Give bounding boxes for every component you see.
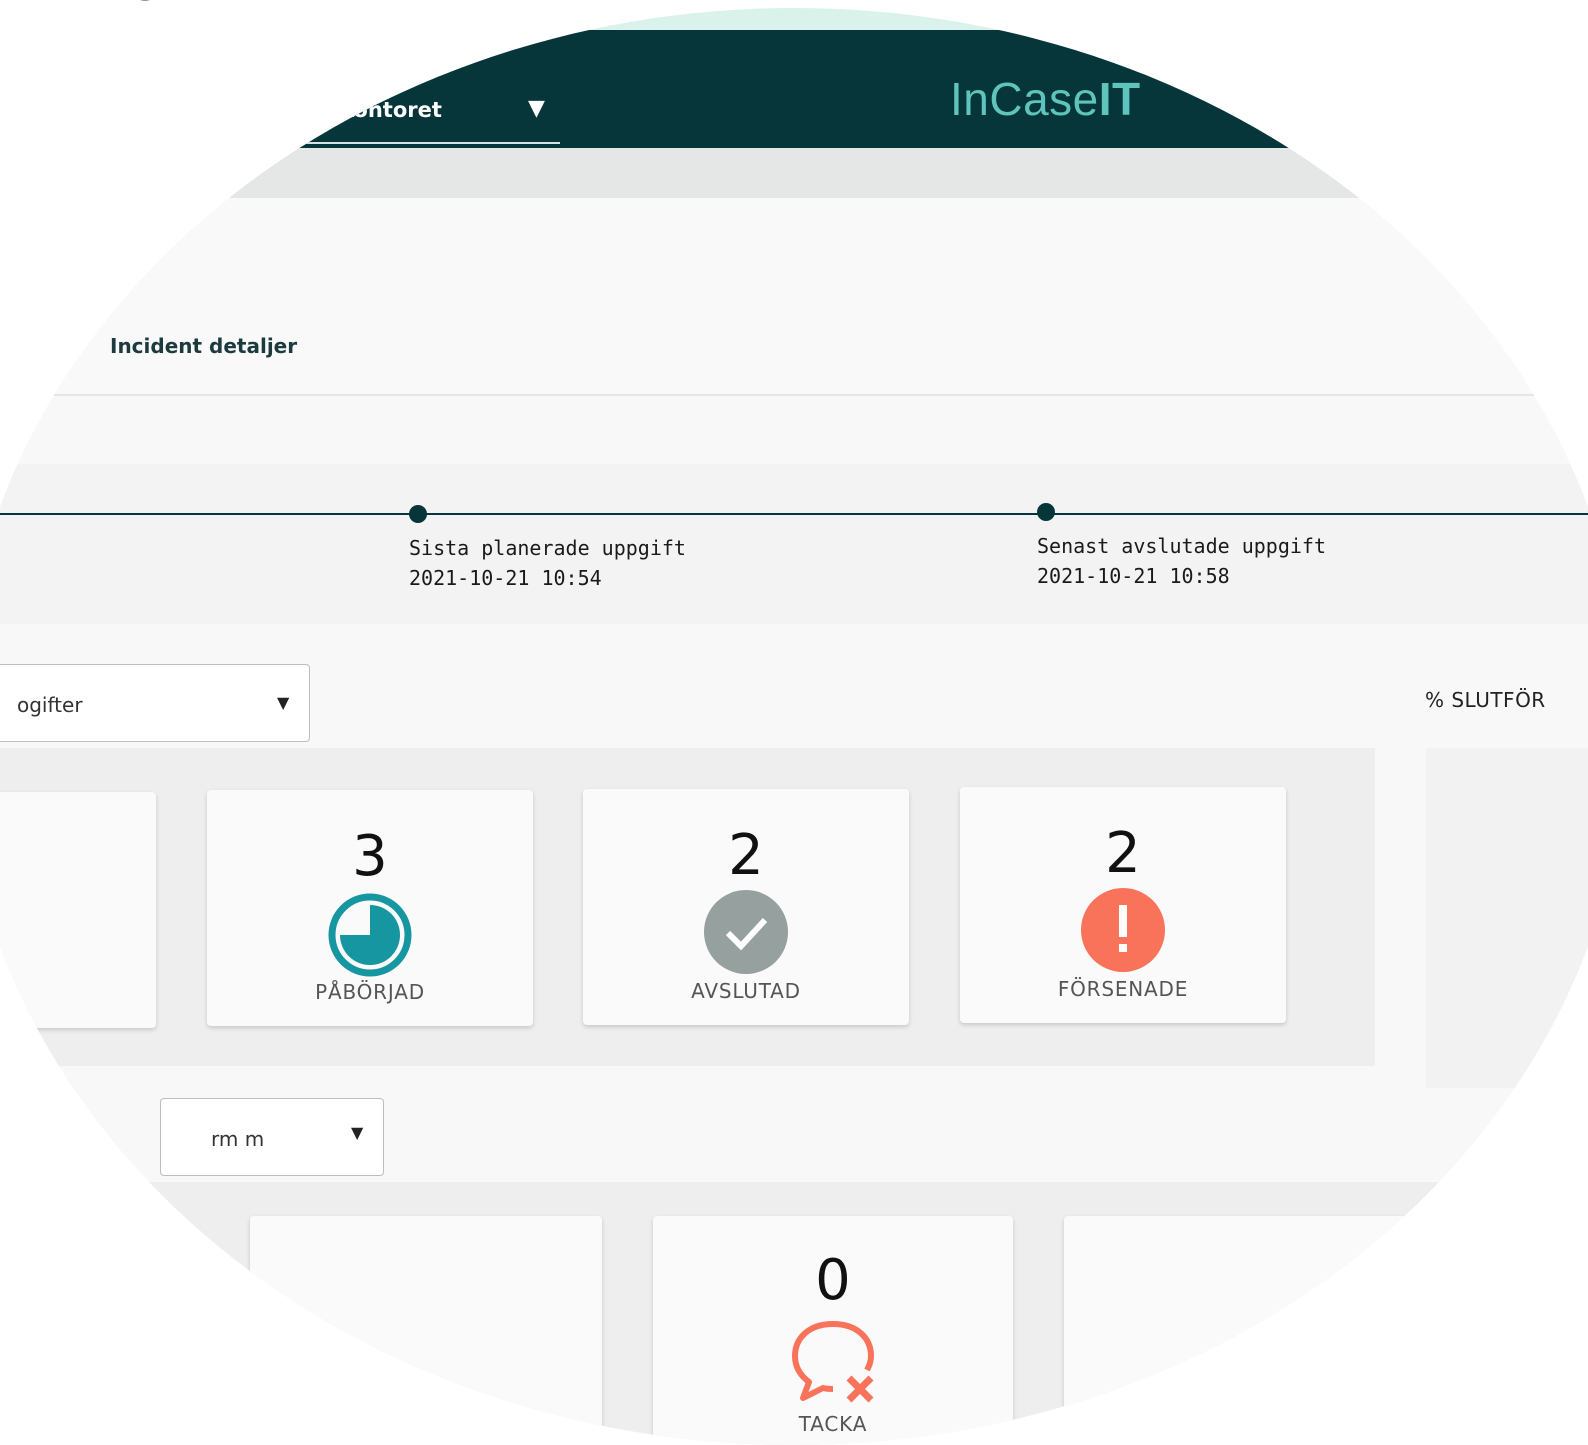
timeline-event-label: Senast avslutade uppgift: [1037, 534, 1326, 558]
in-progress-clock-icon: [328, 893, 412, 977]
page-title: Incident detaljer: [110, 334, 298, 358]
response-status-panel: 0 TACKA: [0, 1182, 1588, 1445]
organization-select[interactable]: kontoret ▼: [280, 80, 560, 144]
group-filter-value: rm m: [211, 1127, 265, 1151]
status-label: PÅBÖRJAD: [315, 980, 425, 1004]
timeline-dot-last-completed: [1037, 503, 1055, 521]
response-card-partial-right[interactable]: [1064, 1216, 1424, 1445]
magnified-view: kontoret ▼ InCaseIT Incident detaljer Si…: [0, 8, 1588, 1445]
percent-complete-label: % SLUTFÖR: [1425, 688, 1546, 712]
response-card-declined[interactable]: 0 TACKA: [653, 1216, 1013, 1445]
timeline-event-last-completed: Senast avslutade uppgift 2021-10-21 10:5…: [1037, 531, 1326, 591]
caret-down-icon[interactable]: ▼: [351, 1123, 363, 1142]
timeline-dot-last-planned: [409, 505, 427, 523]
response-card-partial[interactable]: [250, 1216, 602, 1445]
brand-logo-light: InCase: [950, 73, 1099, 125]
status-label: AVSLUTAD: [691, 979, 801, 1003]
group-filter-select[interactable]: rm m ▼: [160, 1098, 384, 1176]
shield-logo-icon: [140, 0, 150, 1]
incident-timeline: Sista planerade uppgift 2021-10-21 10:54…: [0, 464, 1588, 624]
task-filter-value: ogifter: [17, 693, 83, 717]
brand-logo: InCaseIT: [950, 72, 1141, 126]
status-card-completed[interactable]: 2 AVSLUTAD: [583, 789, 909, 1025]
status-card-delayed[interactable]: 2 FÖRSENADE: [960, 787, 1286, 1023]
timeline-event-time: 2021-10-21 10:54: [409, 566, 602, 590]
secondary-toolbar: [0, 148, 1588, 198]
exclamation-icon: [1081, 888, 1165, 972]
timeline-event-last-planned: Sista planerade uppgift 2021-10-21 10:54: [409, 533, 686, 593]
status-count: 2: [728, 823, 764, 888]
check-icon: [704, 890, 788, 974]
status-card-in-progress[interactable]: 3 PÅBÖRJAD: [207, 790, 533, 1026]
response-count: 0: [815, 1248, 851, 1313]
status-count: 2: [1105, 821, 1141, 886]
status-card-partial[interactable]: [0, 792, 156, 1028]
brand-logo-bold: IT: [1098, 73, 1141, 125]
status-label: FÖRSENADE: [1057, 977, 1189, 1001]
top-navigation-bar: kontoret ▼ InCaseIT: [0, 30, 1588, 148]
caret-down-icon[interactable]: ▼: [528, 96, 545, 121]
response-label: TACKA: [798, 1412, 868, 1436]
timeline-line: [0, 513, 1588, 515]
declined-chat-icon: [792, 1321, 875, 1403]
organization-select-value: kontoret: [340, 98, 442, 122]
percent-complete-panel: [1426, 748, 1588, 1088]
task-filter-select[interactable]: ogifter ▼: [0, 664, 310, 742]
page-header: Incident detaljer: [0, 198, 1588, 396]
task-status-panel: 3 PÅBÖRJAD 2 AVSLUTAD 2 FÖRSENADE: [0, 748, 1375, 1066]
status-count: 3: [352, 824, 388, 889]
timeline-event-time: 2021-10-21 10:58: [1037, 564, 1230, 588]
timeline-event-label: Sista planerade uppgift: [409, 536, 686, 560]
caret-down-icon[interactable]: ▼: [277, 693, 289, 712]
